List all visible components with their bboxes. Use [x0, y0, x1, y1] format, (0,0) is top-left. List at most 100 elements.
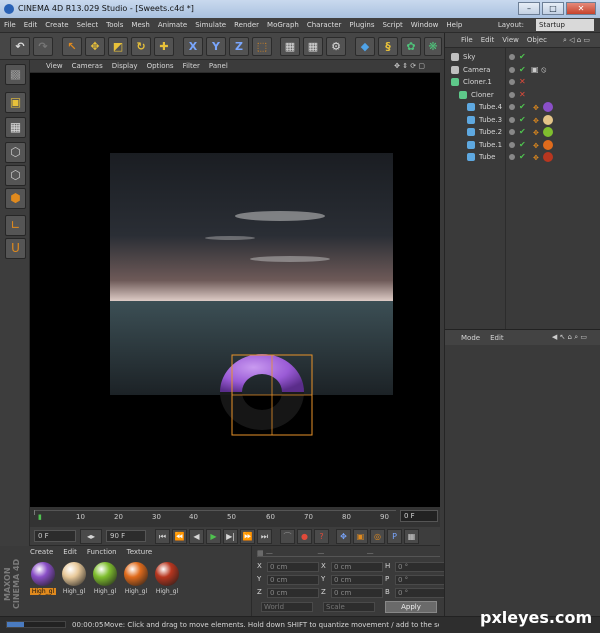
- object-row[interactable]: Sky ✔: [445, 51, 600, 63]
- recent-tools-icon[interactable]: ✚: [154, 37, 174, 56]
- layout-select[interactable]: Startup: [536, 19, 594, 31]
- visibility-dot[interactable]: [509, 66, 515, 73]
- viewport-menu-cameras[interactable]: Cameras: [72, 62, 103, 70]
- keyframe-scale-icon[interactable]: ▣: [353, 529, 368, 544]
- model-mode-icon[interactable]: ▣: [5, 92, 26, 113]
- start-frame-field[interactable]: 0 F: [34, 530, 76, 542]
- coordinate-input[interactable]: 0 cm: [331, 588, 383, 598]
- move-icon[interactable]: ✥: [85, 37, 105, 56]
- apply-button[interactable]: Apply: [385, 601, 437, 613]
- keyframe-parameter-icon[interactable]: P: [387, 529, 402, 544]
- enable-toggle-icon[interactable]: ✕: [519, 89, 526, 101]
- frame-range-slider[interactable]: ◂▸: [80, 529, 102, 544]
- material-menu-create[interactable]: Create: [30, 548, 53, 556]
- attribute-nav-icons[interactable]: ◀ ↖ ⌂ ⌕ ▭: [552, 333, 587, 342]
- material-tag-icon[interactable]: [543, 152, 553, 162]
- menu-create[interactable]: Create: [45, 21, 68, 29]
- material-swatch[interactable]: High_gl: [30, 562, 56, 595]
- phong-tag-icon[interactable]: ✥: [533, 127, 539, 139]
- material-swatch[interactable]: High_gl: [61, 562, 87, 595]
- phong-tag-icon[interactable]: ✥: [533, 152, 539, 164]
- go-to-start-icon[interactable]: ⏮: [155, 529, 170, 544]
- minimize-button[interactable]: –: [518, 2, 540, 15]
- scale-icon[interactable]: ◩: [108, 37, 128, 56]
- timeline-playhead[interactable]: ▮: [38, 513, 42, 521]
- current-frame-field[interactable]: 0 F: [400, 510, 438, 522]
- phong-tag-icon[interactable]: ✥: [533, 115, 539, 127]
- object-menu-edit[interactable]: Edit: [481, 36, 495, 44]
- enable-toggle-icon[interactable]: ✔: [519, 114, 526, 126]
- menu-mesh[interactable]: Mesh: [131, 21, 149, 29]
- material-tag-icon[interactable]: [543, 102, 553, 112]
- coordinate-input[interactable]: 0 cm: [267, 575, 319, 585]
- previous-frame-icon[interactable]: ◀: [189, 529, 204, 544]
- enable-toggle-icon[interactable]: ✔: [519, 126, 526, 138]
- visibility-dot[interactable]: [509, 129, 515, 135]
- cloner-icon[interactable]: ❋: [424, 37, 442, 56]
- record-active-objects-icon[interactable]: ●: [297, 529, 312, 544]
- material-menu-function[interactable]: Function: [87, 548, 117, 556]
- snapping-icon[interactable]: U: [5, 238, 26, 259]
- material-swatch[interactable]: High_gl: [92, 562, 118, 595]
- play-icon[interactable]: ▶: [206, 529, 221, 544]
- enable-toggle-icon[interactable]: ✔: [519, 151, 526, 163]
- menu-plugins[interactable]: Plugins: [349, 21, 374, 29]
- menu-select[interactable]: Select: [77, 21, 99, 29]
- make-editable-icon[interactable]: ▩: [5, 64, 26, 85]
- enable-toggle-icon[interactable]: ✔: [519, 51, 526, 63]
- menu-edit[interactable]: Edit: [24, 21, 38, 29]
- render-picture-viewer-icon[interactable]: ▦: [303, 37, 323, 56]
- object-row[interactable]: Cloner ✕: [445, 89, 600, 101]
- object-row[interactable]: Tube.3 ✔ ✥: [445, 114, 600, 126]
- go-to-end-icon[interactable]: ⏭: [257, 529, 272, 544]
- material-menu-texture[interactable]: Texture: [127, 548, 153, 556]
- coordinate-system-icon[interactable]: ⬚: [252, 37, 272, 56]
- object-row[interactable]: Camera ✔ ▣ ⦸: [445, 64, 600, 76]
- viewport-menu-display[interactable]: Display: [112, 62, 138, 70]
- menu-tools[interactable]: Tools: [106, 21, 123, 29]
- rotate-icon[interactable]: ↻: [131, 37, 151, 56]
- material-swatch[interactable]: High_gl: [123, 562, 149, 595]
- enable-toggle-icon[interactable]: ✔: [519, 64, 526, 76]
- object-menu-objects[interactable]: Objec: [527, 36, 547, 44]
- axis-mode-icon[interactable]: ∟: [5, 215, 26, 236]
- maximize-button[interactable]: □: [542, 2, 564, 15]
- coordinate-input[interactable]: 0 cm: [331, 575, 383, 585]
- coordinate-input[interactable]: 0 °: [395, 588, 447, 598]
- visibility-dot[interactable]: [509, 79, 515, 85]
- viewport-navigation-icons[interactable]: ✥ ⇕ ⟳ ▢: [394, 62, 425, 70]
- material-swatch[interactable]: High_gl: [154, 562, 180, 595]
- cube-icon[interactable]: ◆: [355, 37, 375, 56]
- search-icon[interactable]: ⌕ ◁ ⌂ ▭: [563, 36, 590, 45]
- keyframe-rotation-icon[interactable]: ◎: [370, 529, 385, 544]
- object-row[interactable]: Tube.1 ✔ ✥: [445, 139, 600, 151]
- visibility-dot[interactable]: [509, 104, 515, 110]
- coordinate-input[interactable]: 0 cm: [267, 562, 319, 572]
- previous-key-icon[interactable]: ⏪: [172, 529, 187, 544]
- viewport-menu-filter[interactable]: Filter: [183, 62, 200, 70]
- menu-mograph[interactable]: MoGraph: [267, 21, 299, 29]
- viewport-menu-view[interactable]: View: [46, 62, 63, 70]
- menu-help[interactable]: Help: [446, 21, 462, 29]
- menu-window[interactable]: Window: [411, 21, 439, 29]
- phong-tag-icon[interactable]: ✥: [533, 140, 539, 152]
- menu-character[interactable]: Character: [307, 21, 342, 29]
- autokeying-icon[interactable]: ?: [314, 529, 329, 544]
- object-row[interactable]: Tube.4 ✔ ✥: [445, 101, 600, 113]
- close-button[interactable]: ✕: [566, 2, 596, 15]
- object-row[interactable]: Tube.2 ✔ ✥: [445, 126, 600, 138]
- viewport-menu-panel[interactable]: Panel: [209, 62, 228, 70]
- motion-path-icon[interactable]: ⌒: [280, 529, 295, 544]
- live-selection-icon[interactable]: ↖: [62, 37, 82, 56]
- visibility-dot[interactable]: [509, 116, 515, 123]
- menu-simulate[interactable]: Simulate: [195, 21, 226, 29]
- enable-toggle-icon[interactable]: ✔: [519, 139, 526, 151]
- visibility-dot[interactable]: [509, 91, 515, 98]
- keyframe-pla-icon[interactable]: ▦: [404, 529, 419, 544]
- material-tag-icon[interactable]: [543, 114, 553, 125]
- coordinate-input[interactable]: 0 °: [395, 562, 447, 572]
- next-frame-icon[interactable]: ▶|: [223, 529, 238, 544]
- edges-mode-icon[interactable]: ⬡: [5, 165, 26, 186]
- render-settings-icon[interactable]: ⚙: [326, 37, 346, 56]
- coordinate-input[interactable]: 0 °: [395, 575, 447, 585]
